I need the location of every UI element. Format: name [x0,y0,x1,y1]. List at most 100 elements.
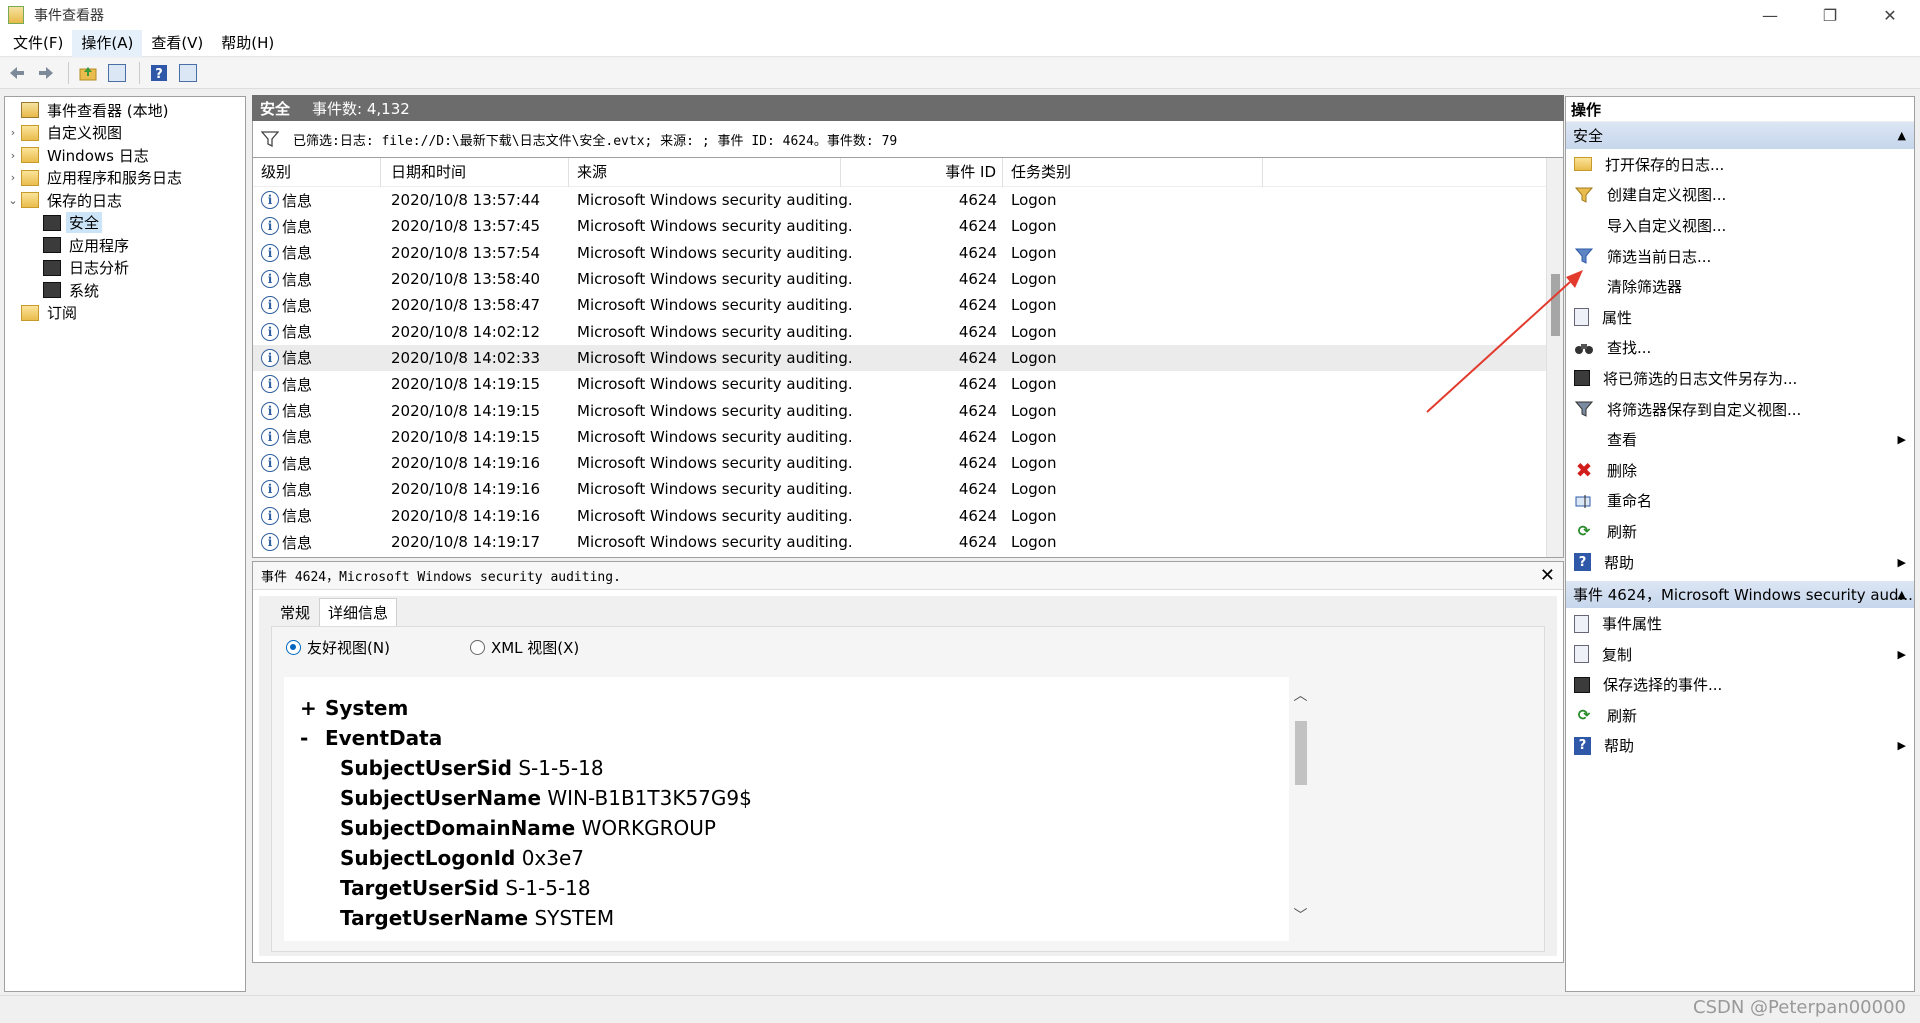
column-task-category[interactable]: 任务类别 [1003,158,1263,187]
table-row[interactable]: i 信息 2020/10/8 14:19:16 Microsoft Windows s… [253,450,1563,476]
action-item[interactable]: 查找... [1566,333,1914,364]
collapse-up-icon[interactable]: ▲ [1898,588,1906,601]
up-folder-icon[interactable] [75,61,101,85]
svg-text:?: ? [155,67,163,82]
tree-item-saved-logs[interactable]: ⌄ 保存的日志 [5,189,245,212]
tree-item-system[interactable]: 系统 [5,279,245,302]
menu-help[interactable]: 帮助(H) [212,30,283,57]
tree-item-security[interactable]: 安全 [5,212,245,235]
action-item[interactable]: 属性 [1566,302,1914,333]
system-node[interactable]: + System [284,693,1289,723]
category-cell: Logon [1011,454,1057,473]
detail-scrollbar[interactable]: ︿ ﹀ [1292,677,1309,941]
folder-icon [21,124,39,141]
action-item[interactable]: 将已筛选的日志文件另存为... [1566,363,1914,394]
minimize-button[interactable]: — [1740,0,1800,30]
action-item[interactable]: 清除筛选器 [1566,271,1914,302]
info-icon: i [261,191,279,210]
help-icon[interactable]: ? [146,61,172,85]
chevron-up-icon[interactable]: ︿ [1292,685,1309,705]
table-row[interactable]: i 信息 2020/10/8 13:57:44 Microsoft Windows s… [253,187,1563,213]
category-cell: Logon [1011,427,1057,446]
table-row[interactable]: i 信息 2020/10/8 13:57:54 Microsoft Windows s… [253,240,1563,266]
scrollbar-thumb[interactable] [1295,721,1307,785]
menu-view[interactable]: 查看(V) [142,30,212,57]
actions-group-security[interactable]: 安全 ▲ [1566,122,1914,149]
action-item[interactable]: ⟳ 刷新 [1566,700,1914,731]
restore-button[interactable]: ❐ [1800,0,1860,30]
forward-arrow-icon[interactable] [33,61,59,85]
column-source[interactable]: 来源 [569,158,841,187]
actions-title: 操作 [1566,97,1914,122]
tree-item-log-analysis[interactable]: 日志分析 [5,257,245,280]
chevron-right-icon[interactable]: › [5,149,21,162]
table-row[interactable]: i 信息 2020/10/8 14:19:15 Microsoft Windows s… [253,371,1563,397]
tree-item-subscriptions[interactable]: 订阅 [5,302,245,325]
back-arrow-icon[interactable] [4,61,30,85]
table-row[interactable]: i 信息 2020/10/8 13:57:45 Microsoft Windows s… [253,213,1563,239]
submenu-arrow-icon: ▶ [1897,433,1906,447]
chevron-right-icon[interactable]: › [5,171,21,184]
level-cell: i 信息 [253,400,381,421]
tree-item-root[interactable]: 事件查看器 (本地) [5,99,245,122]
table-row[interactable]: i 信息 2020/10/8 13:58:47 Microsoft Windows s… [253,292,1563,318]
table-row[interactable]: i 信息 2020/10/8 13:58:40 Microsoft Windows s… [253,266,1563,292]
action-item[interactable]: 打开保存的日志... [1566,149,1914,180]
collapse-toggle[interactable]: - [300,723,318,753]
level-text: 信息 [282,323,313,342]
action-item[interactable]: ? 帮助 ▶ [1566,547,1914,578]
chevron-down-icon[interactable]: ⌄ [5,194,21,207]
chevron-right-icon[interactable]: › [5,126,21,139]
tree-item-app-service-logs[interactable]: › 应用程序和服务日志 [5,167,245,190]
expand-toggle[interactable]: + [300,693,318,723]
close-icon[interactable]: ✕ [1540,565,1555,586]
table-row[interactable]: i 信息 2020/10/8 14:19:16 Microsoft Windows s… [253,476,1563,502]
action-item[interactable]: 复制 ▶ [1566,639,1914,670]
eventdata-node[interactable]: - EventData [284,723,1289,753]
action-item[interactable]: 重命名 [1566,486,1914,517]
table-row[interactable]: i 信息 2020/10/8 14:19:15 Microsoft Windows s… [253,397,1563,423]
action-item[interactable]: 筛选当前日志... [1566,241,1914,272]
tree-label: 日志分析 [69,259,130,278]
action-item[interactable]: 将筛选器保存到自定义视图... [1566,394,1914,425]
action-item[interactable]: ? 帮助 ▶ [1566,731,1914,762]
action-item[interactable]: ⟳ 刷新 [1566,516,1914,547]
table-row[interactable]: i 信息 2020/10/8 14:19:16 Microsoft Windows s… [253,503,1563,529]
table-row[interactable]: i 信息 2020/10/8 14:02:12 Microsoft Windows s… [253,318,1563,344]
tab-details[interactable]: 详细信息 [319,598,398,626]
show-hide-console-tree-icon[interactable] [104,61,130,85]
level-cell: i 信息 [253,242,381,263]
scrollbar-thumb[interactable] [1551,274,1560,336]
column-event-id[interactable]: 事件 ID [841,158,1003,187]
table-row[interactable]: i 信息 2020/10/8 14:02:33 Microsoft Windows s… [253,344,1563,372]
field-value: WORKGROUP [581,816,716,840]
menu-file[interactable]: 文件(F) [4,30,72,57]
saved-log-icon [43,282,61,299]
column-datetime[interactable]: 日期和时间 [381,158,569,187]
tab-general[interactable]: 常规 [271,598,319,626]
log-header: 安全 事件数: 4,132 [252,95,1564,121]
action-item[interactable]: 保存选择的事件... [1566,670,1914,701]
level-cell: i 信息 [253,374,381,395]
actions-group-event[interactable]: 事件 4624，Microsoft Windows security aud..… [1566,581,1914,609]
action-item[interactable]: 查看 ▶ [1566,424,1914,455]
action-item[interactable]: 创建自定义视图... [1566,180,1914,211]
chevron-down-icon[interactable]: ﹀ [1292,905,1309,925]
action-item[interactable]: 事件属性 [1566,608,1914,639]
radio-xml-view[interactable]: XML 视图(X) [469,637,579,658]
tree-item-windows-logs[interactable]: › Windows 日志 [5,144,245,167]
action-item[interactable]: ✖ 删除 [1566,455,1914,486]
radio-friendly-view[interactable]: 友好视图(N) [286,637,390,658]
column-level[interactable]: 级别 [253,158,381,187]
show-hide-action-pane-icon[interactable] [175,61,201,85]
funnel-save-icon [1574,400,1594,418]
close-button[interactable]: ✕ [1860,0,1920,30]
collapse-up-icon[interactable]: ▲ [1898,129,1906,142]
grid-scrollbar[interactable] [1546,158,1563,557]
tree-item-application[interactable]: 应用程序 [5,234,245,257]
tree-item-custom-views[interactable]: › 自定义视图 [5,122,245,145]
table-row[interactable]: i 信息 2020/10/8 14:19:15 Microsoft Windows s… [253,424,1563,450]
action-item[interactable]: 导入自定义视图... [1566,210,1914,241]
table-row[interactable]: i 信息 2020/10/8 14:19:17 Microsoft Windows s… [253,529,1563,555]
menu-action[interactable]: 操作(A) [72,29,143,57]
